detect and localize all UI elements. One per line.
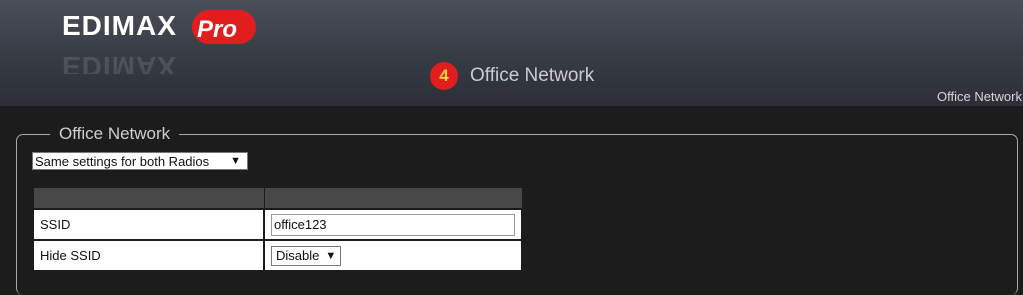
- chevron-down-icon: ▼: [230, 155, 241, 167]
- ssid-input[interactable]: [271, 213, 515, 236]
- hide-ssid-label: Hide SSID: [32, 239, 265, 272]
- logo-reflection: EDIMAX: [62, 51, 177, 74]
- wizard-step: 4 Office Network: [430, 61, 594, 91]
- radio-mode-value: Same settings for both Radios: [35, 153, 210, 169]
- table-header-row: [32, 187, 523, 210]
- settings-table: SSID Hide SSID Disable ▼: [32, 187, 523, 272]
- table-row: Hide SSID Disable ▼: [32, 239, 523, 272]
- logo-wordmark: EDIMAX: [62, 10, 177, 41]
- header-bar: EDIMAX EDIMAX Pro 4 Office Network Offic…: [0, 0, 1023, 106]
- table-row: SSID: [32, 208, 523, 241]
- table-header-cell: [263, 187, 523, 210]
- chevron-down-icon: ▼: [325, 249, 337, 262]
- ssid-cell: [263, 208, 523, 241]
- step-number-badge: 4: [430, 62, 458, 90]
- breadcrumb: Office Network: [936, 89, 1022, 104]
- logo-badge: Pro: [197, 16, 237, 43]
- hide-ssid-select[interactable]: Disable ▼: [271, 245, 342, 266]
- fieldset-legend: Office Network: [50, 124, 180, 144]
- table-header-cell: [32, 187, 265, 210]
- hide-ssid-value: Disable: [276, 248, 320, 263]
- edimax-pro-logo: EDIMAX EDIMAX Pro: [62, 10, 256, 74]
- ssid-label: SSID: [32, 208, 265, 241]
- radio-mode-select[interactable]: Same settings for both Radios ▼: [32, 152, 248, 170]
- hide-ssid-cell: Disable ▼: [263, 239, 523, 272]
- step-title: Office Network: [470, 65, 595, 86]
